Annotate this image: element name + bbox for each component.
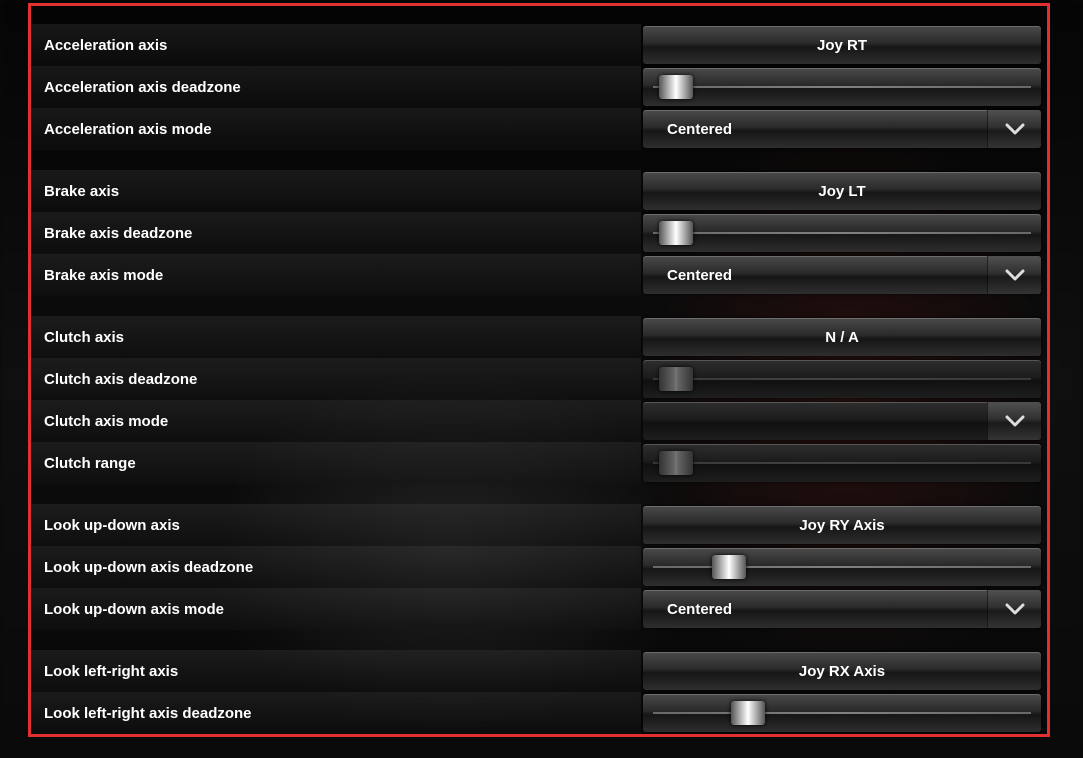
settings-group: Look left-right axisJoy RX AxisLook left… — [31, 650, 1047, 734]
dropdown[interactable]: Centered — [643, 110, 1041, 148]
dropdown-arrow-button — [987, 402, 1041, 440]
settings-row: Acceleration axis deadzone — [31, 66, 1047, 108]
setting-label: Clutch axis — [31, 316, 641, 358]
dropdown[interactable]: Centered — [643, 590, 1041, 628]
slider-thumb — [659, 451, 693, 475]
settings-row: Look up-down axis modeCentered — [31, 588, 1047, 630]
dropdown[interactable]: Centered — [643, 256, 1041, 294]
slider-track — [653, 712, 1031, 714]
setting-label: Look up-down axis deadzone — [31, 546, 641, 588]
setting-label: Look left-right axis — [31, 650, 641, 692]
slider-thumb[interactable] — [659, 75, 693, 99]
settings-group: Brake axisJoy LTBrake axis deadzoneBrake… — [31, 170, 1047, 296]
setting-label: Brake axis — [31, 170, 641, 212]
settings-row: Acceleration axis modeCentered — [31, 108, 1047, 150]
binding-value: Joy RT — [643, 37, 1041, 54]
setting-label: Brake axis mode — [31, 254, 641, 296]
dropdown — [643, 402, 1041, 440]
axis-binding-button[interactable]: Joy LT — [643, 172, 1041, 210]
settings-row: Brake axisJoy LT — [31, 170, 1047, 212]
settings-panel: Acceleration axisJoy RTAcceleration axis… — [28, 3, 1050, 737]
settings-row: Look up-down axisJoy RY Axis — [31, 504, 1047, 546]
settings-row: Acceleration axisJoy RT — [31, 24, 1047, 66]
setting-label: Brake axis deadzone — [31, 212, 641, 254]
axis-binding-button[interactable]: Joy RT — [643, 26, 1041, 64]
settings-row: Clutch axis deadzone — [31, 358, 1047, 400]
dropdown-value: Centered — [643, 121, 732, 138]
dropdown-value: Centered — [643, 601, 732, 618]
slider-thumb[interactable] — [659, 221, 693, 245]
settings-row: Clutch range — [31, 442, 1047, 484]
settings-row: Look left-right axisJoy RX Axis — [31, 650, 1047, 692]
dropdown-arrow-button[interactable] — [987, 590, 1041, 628]
binding-value: Joy RY Axis — [643, 517, 1041, 534]
slider-thumb[interactable] — [712, 555, 746, 579]
setting-label: Look left-right axis deadzone — [31, 692, 641, 734]
slider-track — [653, 378, 1031, 380]
slider-track — [653, 86, 1031, 88]
dropdown-arrow-button[interactable] — [987, 110, 1041, 148]
settings-row: Clutch axisN / A — [31, 316, 1047, 358]
axis-binding-button[interactable]: N / A — [643, 318, 1041, 356]
slider-thumb — [659, 367, 693, 391]
binding-value: Joy LT — [643, 183, 1041, 200]
binding-value: N / A — [643, 329, 1041, 346]
chevron-down-icon — [1005, 603, 1025, 615]
slider — [643, 444, 1041, 482]
slider[interactable] — [643, 68, 1041, 106]
slider-track — [653, 462, 1031, 464]
setting-label: Acceleration axis deadzone — [31, 66, 641, 108]
slider[interactable] — [643, 694, 1041, 732]
slider[interactable] — [643, 548, 1041, 586]
slider-track — [653, 232, 1031, 234]
settings-row: Look left-right axis deadzone — [31, 692, 1047, 734]
settings-row: Clutch axis mode — [31, 400, 1047, 442]
setting-label: Acceleration axis — [31, 24, 641, 66]
dropdown-value: Centered — [643, 267, 732, 284]
setting-label: Clutch range — [31, 442, 641, 484]
chevron-down-icon — [1005, 123, 1025, 135]
settings-group: Clutch axisN / AClutch axis deadzoneClut… — [31, 316, 1047, 484]
settings-row: Brake axis modeCentered — [31, 254, 1047, 296]
axis-binding-button[interactable]: Joy RY Axis — [643, 506, 1041, 544]
axis-binding-button[interactable]: Joy RX Axis — [643, 652, 1041, 690]
setting-label: Look up-down axis mode — [31, 588, 641, 630]
setting-label: Clutch axis mode — [31, 400, 641, 442]
slider[interactable] — [643, 214, 1041, 252]
slider — [643, 360, 1041, 398]
chevron-down-icon — [1005, 269, 1025, 281]
setting-label: Look up-down axis — [31, 504, 641, 546]
slider-thumb[interactable] — [731, 701, 765, 725]
settings-row: Brake axis deadzone — [31, 212, 1047, 254]
settings-group: Look up-down axisJoy RY AxisLook up-down… — [31, 504, 1047, 630]
setting-label: Acceleration axis mode — [31, 108, 641, 150]
slider-track — [653, 566, 1031, 568]
binding-value: Joy RX Axis — [643, 663, 1041, 680]
settings-list: Acceleration axisJoy RTAcceleration axis… — [31, 6, 1047, 734]
setting-label: Clutch axis deadzone — [31, 358, 641, 400]
settings-row: Look up-down axis deadzone — [31, 546, 1047, 588]
chevron-down-icon — [1005, 415, 1025, 427]
dropdown-arrow-button[interactable] — [987, 256, 1041, 294]
settings-group: Acceleration axisJoy RTAcceleration axis… — [31, 24, 1047, 150]
